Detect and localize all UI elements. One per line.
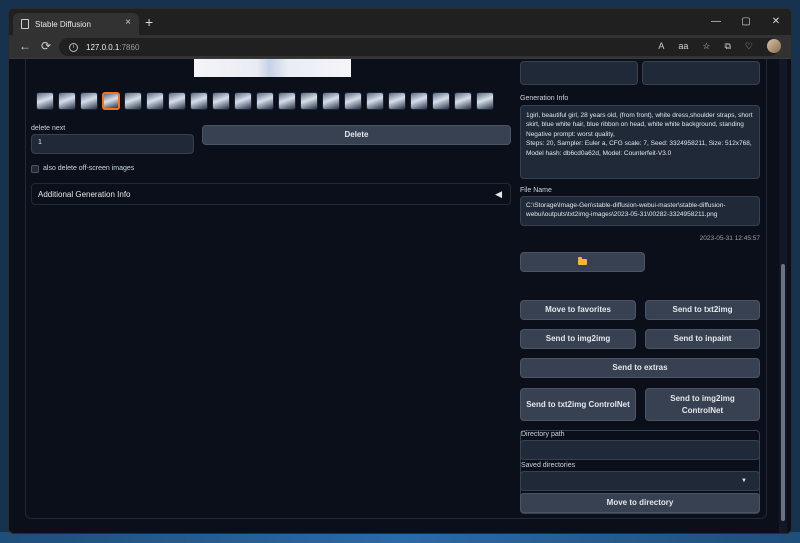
read-aloud-icon[interactable]: A <box>658 41 664 51</box>
collections-icon[interactable]: ⧉ <box>724 41 730 52</box>
image-preview[interactable] <box>194 59 351 77</box>
gallery-thumbnail[interactable] <box>256 92 274 110</box>
gallery-thumbnail[interactable] <box>58 92 76 110</box>
directory-path-input[interactable] <box>520 440 760 460</box>
gallery-thumbnail[interactable] <box>234 92 252 110</box>
gallery-thumbnail[interactable] <box>366 92 384 110</box>
delete-next-input[interactable]: 1 <box>31 134 194 154</box>
close-tab-icon[interactable]: × <box>125 17 131 28</box>
gallery-thumbnail[interactable] <box>344 92 362 110</box>
directory-path-label: Directory path <box>521 431 565 438</box>
saved-directories-select[interactable]: ▼ <box>520 471 760 491</box>
reader-icon[interactable]: aa <box>678 41 688 51</box>
tab-title: Stable Diffusion <box>35 19 91 29</box>
send-to-img2img-button[interactable]: Send to img2img <box>520 329 636 349</box>
page-icon <box>21 19 29 29</box>
minimum-score-input[interactable] <box>520 61 638 85</box>
accordion-label: Additional Generation Info <box>38 189 131 199</box>
maximize-button[interactable]: ▢ <box>731 9 761 33</box>
url-host: 127.0.0.1 <box>86 42 120 52</box>
timestamp: 2023-05-31 12:45:57 <box>699 235 760 242</box>
close-window-button[interactable]: ✕ <box>761 9 791 33</box>
new-tab-button[interactable]: + <box>145 14 153 30</box>
gallery-thumbnail[interactable] <box>124 92 142 110</box>
dropdown-arrow-icon: ▼ <box>741 478 747 484</box>
profile-avatar[interactable] <box>767 39 781 53</box>
gallery-thumbnail[interactable] <box>432 92 450 110</box>
delete-button[interactable]: Delete <box>202 125 511 145</box>
send-to-extras-button[interactable]: Send to extras <box>520 358 760 378</box>
gallery-thumbnail[interactable] <box>388 92 406 110</box>
reload-button[interactable]: ⟳ <box>41 39 51 53</box>
gallery-thumbnail[interactable] <box>410 92 428 110</box>
info-icon[interactable]: i <box>69 42 78 52</box>
url-port: :7860 <box>119 42 140 52</box>
maximum-score-input[interactable] <box>642 61 760 85</box>
send-to-txt2img-controlnet-button[interactable]: Send to txt2img ControlNet <box>520 388 636 421</box>
gallery-thumbnail[interactable] <box>146 92 164 110</box>
scrollbar-thumb[interactable] <box>781 264 785 521</box>
address-bar: ← ⟳ i 127.0.0.1 :7860 A aa ☆ ⧉ ♡ <box>9 35 791 59</box>
title-bar: Stable Diffusion × + — ▢ ✕ <box>9 9 791 35</box>
collapse-arrow-icon[interactable]: ◀ <box>495 189 502 200</box>
gallery-thumbnail[interactable] <box>278 92 296 110</box>
delete-next-label: delete next <box>31 125 66 132</box>
minimize-button[interactable]: — <box>701 9 731 33</box>
saved-directories-label: Saved directories <box>521 462 576 469</box>
generation-info-label: Generation Info <box>520 95 569 102</box>
offscreen-delete-checkbox[interactable] <box>31 165 39 173</box>
file-name-label: File Name <box>520 187 552 194</box>
page-content: delete next 1 Delete also delete off-scr… <box>9 59 791 533</box>
back-button[interactable]: ← <box>19 39 31 53</box>
gallery-thumbnail[interactable] <box>454 92 472 110</box>
gallery-thumbnail[interactable] <box>476 92 494 110</box>
browser-tab[interactable]: Stable Diffusion × <box>13 13 139 35</box>
file-name-value: C:\Storage\Image-Gen\stable-diffusion-we… <box>520 196 760 226</box>
move-to-favorites-button[interactable]: Move to favorites <box>520 300 636 320</box>
browser-window: Stable Diffusion × + — ▢ ✕ ← ⟳ i 127.0.0… <box>8 8 792 534</box>
folder-icon <box>578 257 587 265</box>
favorites-icon[interactable]: ♡ <box>745 41 753 52</box>
gallery-thumbnail[interactable] <box>190 92 208 110</box>
send-to-img2img-controlnet-button[interactable]: Send to img2img ControlNet <box>645 388 760 421</box>
move-to-directory-button[interactable]: Move to directory <box>520 493 760 513</box>
send-to-txt2img-button[interactable]: Send to txt2img <box>645 300 760 320</box>
gallery-thumbnail[interactable] <box>102 92 120 110</box>
offscreen-delete-label: also delete off-screen images <box>43 165 135 172</box>
send-to-inpaint-button[interactable]: Send to inpaint <box>645 329 760 349</box>
gallery-thumbnail[interactable] <box>80 92 98 110</box>
thumbnail-strip <box>36 92 520 112</box>
gallery-thumbnail[interactable] <box>300 92 318 110</box>
additional-generation-info-accordion[interactable]: Additional Generation Info ◀ <box>31 183 511 205</box>
gallery-thumbnail[interactable] <box>212 92 230 110</box>
gallery-thumbnail[interactable] <box>322 92 340 110</box>
gallery-thumbnail[interactable] <box>36 92 54 110</box>
gallery-thumbnail[interactable] <box>168 92 186 110</box>
open-folder-button[interactable] <box>520 252 645 272</box>
favorite-star-icon[interactable]: ☆ <box>702 41 710 52</box>
generation-info-text: 1girl, beautiful girl, 28 years old, (fr… <box>520 105 760 179</box>
